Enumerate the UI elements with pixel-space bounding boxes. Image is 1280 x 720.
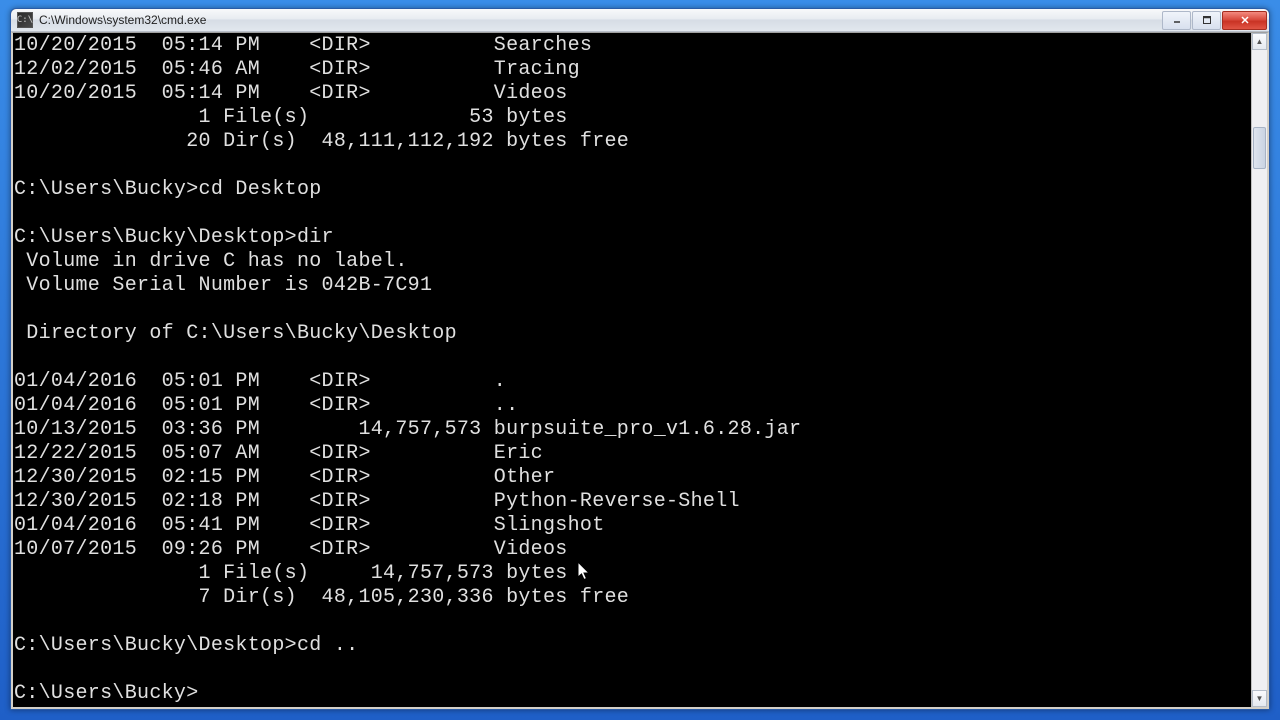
scroll-down-arrow[interactable]: ▼ xyxy=(1252,690,1267,707)
maximize-button[interactable] xyxy=(1192,11,1221,30)
terminal-container: 10/20/2015 05:14 PM <DIR> Searches 12/02… xyxy=(11,32,1269,709)
scroll-thumb[interactable] xyxy=(1253,127,1266,169)
cmd-window: C:\ C:\Windows\system32\cmd.exe 10/20/20… xyxy=(10,8,1270,710)
app-icon: C:\ xyxy=(17,12,33,28)
close-button[interactable] xyxy=(1222,11,1267,30)
window-title: C:\Windows\system32\cmd.exe xyxy=(39,13,1162,27)
window-controls xyxy=(1162,11,1267,30)
scroll-track[interactable] xyxy=(1252,50,1267,690)
vertical-scrollbar[interactable]: ▲ ▼ xyxy=(1251,33,1267,707)
title-bar[interactable]: C:\ C:\Windows\system32\cmd.exe xyxy=(11,9,1269,32)
minimize-button[interactable] xyxy=(1162,11,1191,30)
terminal-output[interactable]: 10/20/2015 05:14 PM <DIR> Searches 12/02… xyxy=(13,33,1251,707)
scroll-up-arrow[interactable]: ▲ xyxy=(1252,33,1267,50)
